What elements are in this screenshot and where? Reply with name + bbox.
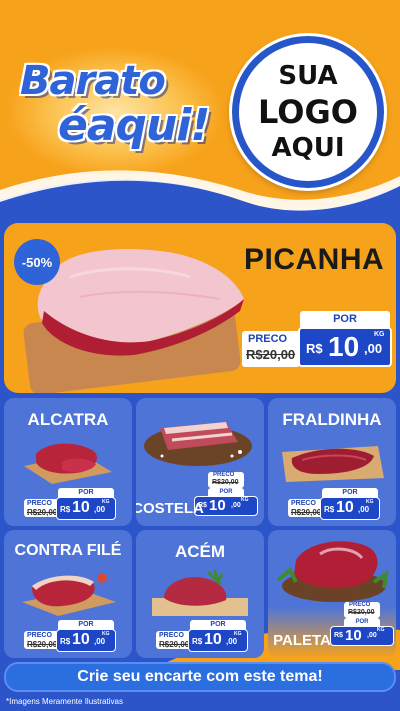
old-price: R$20,00: [291, 508, 322, 517]
product-name: ACÉM: [174, 542, 226, 561]
new-price-box: R$ 10 ,00 KG: [298, 327, 392, 367]
por-label: POR: [344, 618, 380, 626]
product-card-paleta: PRECO R$20,00 POR R$ 10 ,00 KG PALETA: [268, 530, 396, 658]
por-label: POR: [300, 311, 390, 327]
product-name: CONTRA FILÉ: [14, 542, 122, 559]
product-name: ALCATRA: [27, 410, 109, 429]
new-price-box: R$ 10 ,00 KG: [56, 629, 116, 652]
logo-line-1: SUA: [278, 61, 338, 91]
brand-line-2: éaqui!: [58, 100, 211, 151]
old-price: R$20,00: [27, 508, 58, 517]
discount-badge: -50%: [14, 239, 60, 285]
picanha-image: [37, 248, 244, 356]
cta-label: Crie seu encarte com este tema!: [77, 668, 323, 685]
currency: R$: [306, 341, 323, 356]
new-price-box: R$ 10 ,00 KG: [188, 629, 248, 652]
product-card-fraldinha: FRALDINHA POR PRECO R$20,00 R$ 10 ,00 KG: [268, 398, 396, 526]
footnote: *Imagens Meramente Ilustrativas: [6, 697, 123, 706]
contra-file-image: [22, 573, 116, 616]
preco-label: PRECO: [27, 632, 52, 639]
preco-label: PRECO: [27, 500, 52, 507]
product-card-alcatra: ALCATRA POR PRECO R$20,00 R$ 10 ,00 KG: [4, 398, 132, 526]
preco-label: PRECO: [291, 500, 316, 507]
price-tag: POR PRECO R$20,00 R$ 10 ,00 KG: [156, 620, 248, 652]
price-cents: ,00: [364, 341, 383, 356]
alcatra-image: [24, 443, 112, 484]
price-cents: ,00: [358, 505, 370, 514]
unit: KG: [234, 631, 242, 637]
hero-product-card: -50% PICANHA POR PRECO R$20,00 R$ 10 ,00…: [4, 223, 396, 393]
unit: KG: [377, 627, 385, 633]
currency: R$: [192, 637, 203, 646]
paleta-image: [276, 541, 389, 602]
price-tag: POR PRECO R$20,00 R$ 10 ,00 KG: [24, 620, 116, 652]
currency: R$: [324, 505, 335, 514]
logo-text: SUA LOGO AQUI: [258, 58, 358, 166]
price-int: 10: [328, 331, 360, 362]
unit: KG: [241, 497, 249, 503]
brand-logo: Barato éaqui!: [8, 48, 222, 176]
header-banner: Barato éaqui! SUA LOGO AQUI: [0, 0, 400, 222]
costela-image: [144, 422, 252, 466]
logo-placeholder: SUA LOGO AQUI: [232, 36, 384, 188]
old-price: R$20,00: [246, 347, 296, 362]
preco-label: PRECO: [349, 602, 371, 608]
price-cents: ,00: [367, 632, 377, 639]
new-price-box: R$ 10 ,00 KG: [56, 497, 116, 520]
brand-line-1: Barato: [20, 58, 166, 104]
acem-image: [152, 569, 248, 616]
currency: R$: [60, 505, 71, 514]
product-card-acem: ACÉM POR PRECO R$20,00 R$ 10 ,00 KG: [136, 530, 264, 658]
product-card-contra-file: CONTRA FILÉ POR PRECO R$20,00 R$ 10 ,00 …: [4, 530, 132, 658]
price-cents: ,00: [231, 502, 241, 509]
fraldinha-image: [282, 446, 384, 482]
unit: KG: [374, 331, 385, 338]
old-price: R$20,00: [159, 640, 190, 649]
preco-label: PRECO: [213, 472, 235, 478]
product-name: PALETA: [273, 632, 331, 649]
price-int: 10: [72, 631, 90, 648]
price-int: 10: [72, 499, 90, 516]
unit: KG: [102, 631, 110, 637]
price-cents: ,00: [226, 637, 238, 646]
price-int: 10: [336, 499, 354, 516]
old-price: R$20,00: [348, 609, 375, 616]
preco-label: PRECO: [248, 333, 288, 345]
unit: KG: [102, 499, 110, 505]
product-name: FRALDINHA: [282, 410, 382, 429]
hero-price-tag: POR PRECO R$20,00 R$ 10 ,00 KG: [242, 311, 392, 375]
new-price-box: R$ 10 ,00 KG: [320, 497, 380, 520]
product-card-costela: PRECO R$20,00 POR R$ 10 ,00 KG COSTELA: [136, 398, 264, 526]
product-name: COSTELA: [136, 500, 204, 517]
price-tag: POR PRECO R$20,00 R$ 10 ,00 KG: [24, 488, 116, 520]
price-tag: POR PRECO R$20,00 R$ 10 ,00 KG: [288, 488, 380, 520]
logo-line-3: AQUI: [271, 133, 345, 163]
old-price: R$20,00: [212, 479, 239, 486]
price-cents: ,00: [94, 505, 106, 514]
price-int: 10: [204, 631, 222, 648]
price-cents: ,00: [94, 637, 106, 646]
por-label: POR: [208, 488, 244, 496]
currency: R$: [60, 637, 71, 646]
logo-line-2: LOGO: [258, 93, 358, 131]
preco-label: PRECO: [159, 632, 184, 639]
cta-button[interactable]: Crie seu encarte com este tema!: [4, 662, 396, 692]
hero-product-name: PICANHA: [244, 243, 385, 276]
old-price: R$20,00: [27, 640, 58, 649]
unit: KG: [366, 499, 374, 505]
